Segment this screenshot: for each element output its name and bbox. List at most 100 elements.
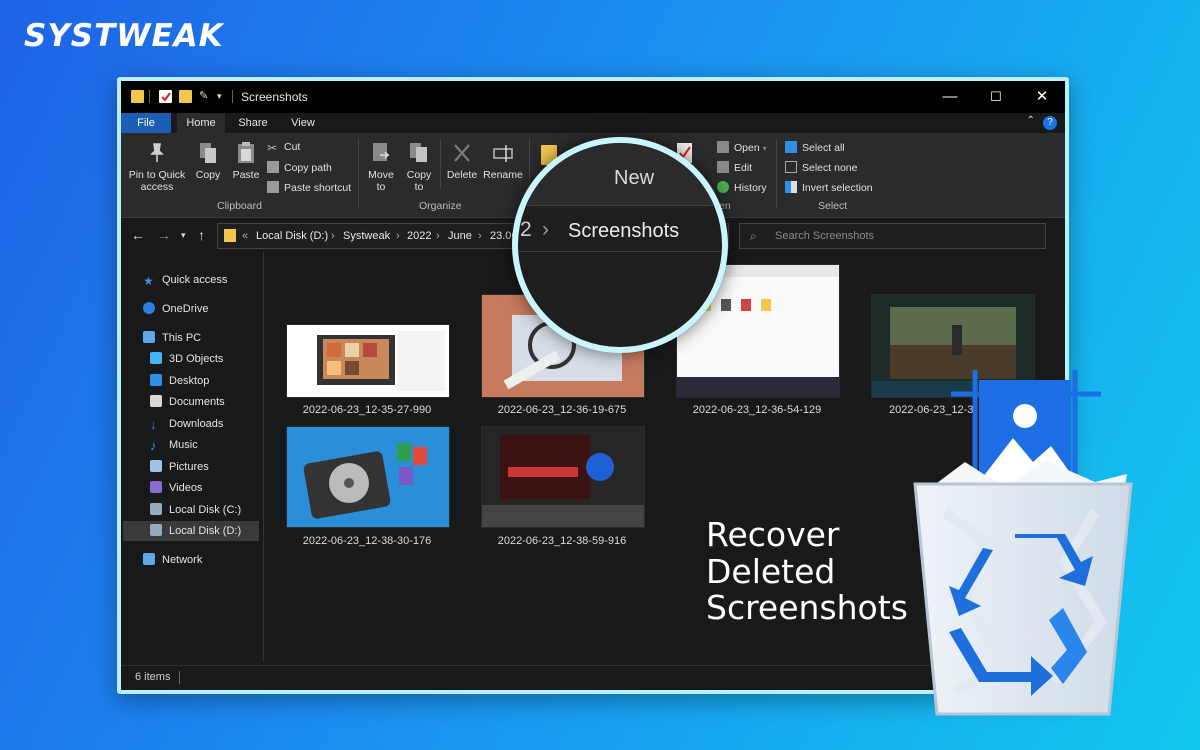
paste-label: Paste (232, 169, 260, 181)
collapse-ribbon-icon[interactable]: ⌃ (1027, 115, 1035, 126)
select-group-label: Select (818, 200, 848, 212)
new-folder-quick-icon[interactable] (179, 90, 192, 103)
sidebar-item-local-disk-c[interactable]: Local Disk (C:) (150, 500, 241, 520)
move-to-label: Move to (368, 169, 394, 193)
recent-locations-chevron-icon[interactable]: ▾ (181, 230, 186, 241)
breadcrumb-june[interactable]: June (448, 224, 472, 248)
film-icon (150, 481, 162, 493)
divider (232, 90, 233, 103)
folder-icon (224, 229, 236, 242)
recycle-bin-icon (913, 370, 1133, 716)
file-thumbnail[interactable] (286, 324, 450, 398)
invert-selection-label: Invert selection (802, 182, 873, 194)
file-name[interactable]: 2022-06-23_12-35-27-990 (282, 404, 452, 416)
sidebar-item-label: 3D Objects (169, 353, 224, 365)
sidebar-item-downloads[interactable]: ↓ Downloads (150, 414, 223, 434)
paste-button[interactable]: Paste (229, 141, 263, 181)
file-thumbnail[interactable] (286, 426, 450, 528)
invert-selection-button[interactable]: Invert selection (785, 181, 873, 194)
open-button[interactable]: Open ▾ (717, 141, 767, 154)
sidebar-item-local-disk-d[interactable]: Local Disk (D:) (123, 521, 259, 541)
tab-file[interactable]: File (121, 113, 171, 133)
sidebar-item-music[interactable]: ♪ Music (150, 435, 198, 455)
pin-to-quick-access-button[interactable]: Pin to Quick access (127, 141, 187, 193)
sidebar-item-label: Videos (169, 482, 203, 494)
history-button[interactable]: History (717, 181, 767, 194)
sidebar-item-videos[interactable]: Videos (150, 478, 202, 498)
select-none-button[interactable]: Select none (785, 161, 857, 174)
search-box[interactable]: ⌕ Search Screenshots (739, 223, 1046, 249)
maximize-button[interactable]: ☐ (973, 85, 1019, 109)
sidebar-item-this-pc[interactable]: This PC (143, 328, 201, 348)
copy-to-button[interactable]: Copy to (403, 141, 435, 193)
music-note-icon: ♪ (150, 438, 157, 453)
group-divider (776, 139, 777, 207)
move-to-button[interactable]: Move to (365, 141, 397, 193)
select-all-button[interactable]: Select all (785, 141, 845, 154)
up-arrow-icon[interactable]: ↑ (198, 227, 205, 243)
breadcrumb-local-disk-d[interactable]: Local Disk (D:) (256, 224, 328, 248)
breadcrumb-2022[interactable]: 2022 (407, 224, 431, 248)
download-icon: ↓ (150, 417, 157, 432)
sidebar-item-network[interactable]: Network (143, 550, 202, 570)
clipboard-group-label: Clipboard (217, 200, 262, 212)
edit-button[interactable]: Edit (717, 161, 752, 174)
pin-label: Pin to Quick access (128, 169, 186, 193)
sidebar-item-desktop[interactable]: Desktop (150, 371, 209, 391)
headline: Recover Deleted Screenshots (706, 516, 908, 627)
pin-icon (150, 143, 164, 162)
tab-home[interactable]: Home (177, 113, 225, 133)
file-name[interactable]: 2022-06-23_12-36-19-675 (477, 404, 647, 416)
copy-button[interactable]: Copy (191, 141, 225, 181)
file-name[interactable]: 2022-06-23_12-38-30-176 (282, 535, 452, 547)
sidebar-item-label: Desktop (169, 375, 210, 387)
breadcrumb-separator: › (478, 230, 482, 242)
pin-icon[interactable]: ✎ (199, 90, 212, 103)
sidebar-item-quick-access[interactable]: ★ Quick access (143, 270, 227, 290)
tab-share[interactable]: Share (229, 113, 277, 133)
divider (518, 205, 722, 206)
scissors-icon: ✂ (267, 141, 278, 155)
delete-x-icon (454, 144, 470, 162)
invert-selection-icon (785, 181, 797, 193)
rename-icon (493, 145, 513, 162)
delete-label: Delete (446, 169, 478, 181)
breadcrumb-systweak[interactable]: Systweak (343, 224, 390, 248)
forward-arrow-icon[interactable]: → (157, 227, 171, 243)
minimize-button[interactable]: — (927, 85, 973, 109)
copy-icon (200, 143, 216, 163)
sidebar-item-documents[interactable]: Documents (150, 392, 225, 412)
tab-view[interactable]: View (279, 113, 327, 133)
star-icon: ★ (143, 274, 154, 288)
sidebar-item-3d-objects[interactable]: 3D Objects (150, 349, 223, 369)
file-name[interactable]: 2022-06-23_12-36-54-129 (672, 404, 842, 416)
move-to-icon (373, 143, 390, 161)
magnified-separator: › (542, 218, 549, 241)
sidebar-item-label: Music (169, 439, 198, 451)
sidebar-item-onedrive[interactable]: OneDrive (143, 299, 208, 319)
magnified-crumb-prefix: 2 (520, 218, 532, 241)
delete-button[interactable]: Delete (445, 141, 479, 181)
paste-shortcut-button[interactable]: Paste shortcut (267, 181, 351, 194)
help-icon[interactable]: ? (1043, 116, 1057, 130)
properties-quick-icon[interactable] (159, 90, 172, 103)
back-arrow-icon[interactable]: ← (131, 227, 145, 243)
cut-button[interactable]: ✂ Cut (267, 141, 300, 154)
overflow-chevron[interactable]: « (242, 224, 248, 248)
divider (149, 90, 150, 103)
sidebar-item-pictures[interactable]: Pictures (150, 457, 209, 477)
group-divider (440, 139, 441, 189)
group-divider (358, 139, 359, 207)
search-placeholder: Search Screenshots (775, 230, 875, 242)
file-name[interactable]: 2022-06-23_12-38-59-916 (477, 535, 647, 547)
rename-button[interactable]: Rename (483, 141, 523, 181)
sidebar-item-label: Local Disk (C:) (169, 504, 242, 516)
breadcrumb-separator: › (331, 230, 335, 242)
file-thumbnail[interactable] (481, 426, 645, 528)
customize-quick-access-icon[interactable]: ▾ (217, 90, 230, 103)
close-button[interactable]: ✕ (1019, 85, 1065, 109)
copy-path-button[interactable]: Copy path (267, 161, 332, 174)
copy-path-icon (267, 161, 279, 173)
select-all-icon (785, 141, 797, 153)
drive-icon (150, 524, 162, 536)
